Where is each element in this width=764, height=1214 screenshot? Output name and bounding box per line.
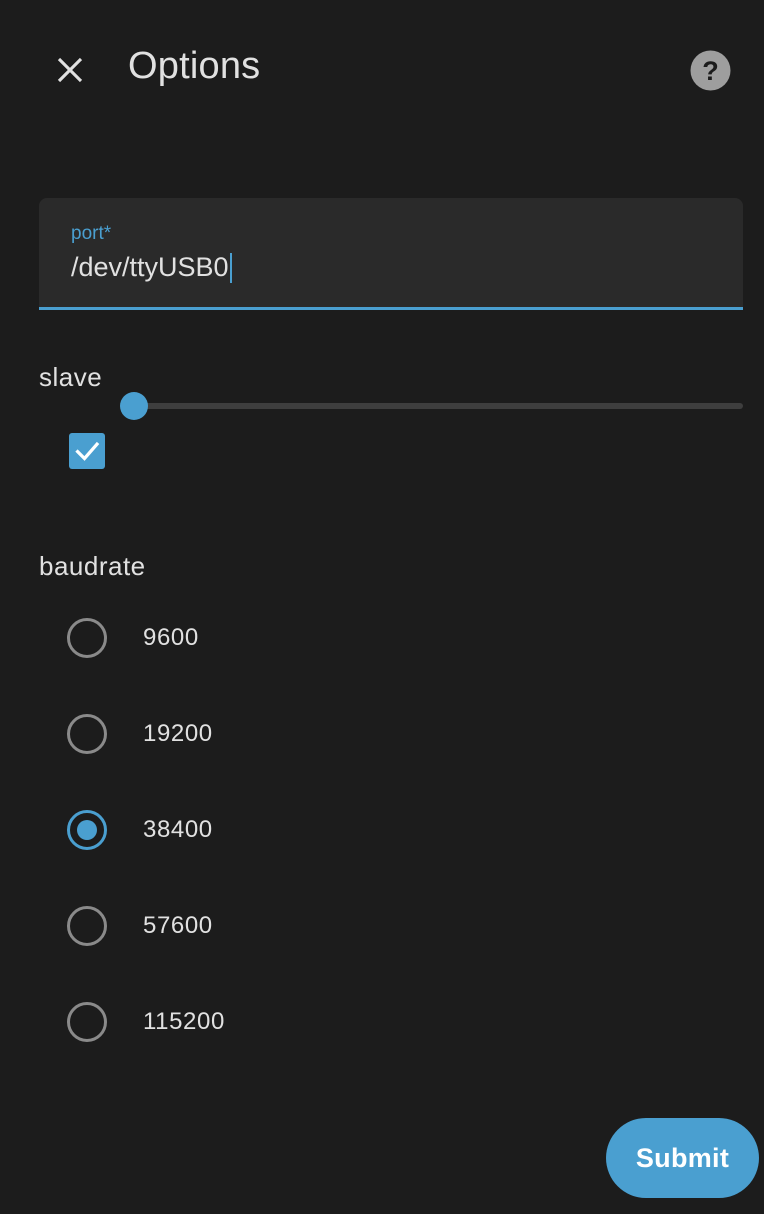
options-dialog: Options ? port* /dev/ttyUSB0 slave baudr… bbox=[0, 0, 764, 1214]
slave-slider[interactable] bbox=[120, 391, 743, 421]
port-input-value[interactable]: /dev/ttyUSB0 bbox=[71, 252, 229, 283]
baudrate-option-label: 115200 bbox=[143, 1008, 225, 1035]
baudrate-option[interactable]: 57600 bbox=[60, 898, 360, 954]
slave-checkbox[interactable] bbox=[69, 433, 105, 469]
svg-text:?: ? bbox=[702, 56, 719, 86]
submit-button[interactable]: Submit bbox=[606, 1118, 759, 1198]
close-button[interactable] bbox=[42, 42, 98, 98]
baudrate-option-label: 19200 bbox=[143, 720, 213, 747]
baudrate-option-label: 38400 bbox=[143, 816, 213, 843]
help-button[interactable]: ? bbox=[690, 50, 731, 91]
radio-unchecked-icon[interactable] bbox=[67, 618, 107, 658]
baudrate-option[interactable]: 19200 bbox=[60, 706, 360, 762]
dialog-title: Options bbox=[128, 45, 261, 87]
radio-unchecked-icon[interactable] bbox=[67, 714, 107, 754]
baudrate-option-label: 9600 bbox=[143, 624, 199, 651]
port-field-value-wrap[interactable]: /dev/ttyUSB0 bbox=[71, 252, 232, 283]
radio-unchecked-icon[interactable] bbox=[67, 1002, 107, 1042]
check-icon bbox=[75, 441, 100, 461]
port-field[interactable]: port* /dev/ttyUSB0 bbox=[39, 198, 743, 310]
port-field-label: port* bbox=[71, 223, 112, 244]
radio-unchecked-icon[interactable] bbox=[67, 906, 107, 946]
slider-track bbox=[134, 403, 743, 409]
baudrate-option[interactable]: 115200 bbox=[60, 994, 360, 1050]
baudrate-option-label: 57600 bbox=[143, 912, 213, 939]
radio-checked-icon[interactable] bbox=[67, 810, 107, 850]
slave-label: slave bbox=[39, 362, 103, 392]
help-circle-icon: ? bbox=[690, 50, 731, 91]
radio-dot bbox=[77, 820, 97, 840]
close-icon bbox=[57, 57, 83, 83]
text-caret bbox=[229, 252, 232, 283]
baudrate-option[interactable]: 9600 bbox=[60, 610, 360, 666]
baudrate-option[interactable]: 38400 bbox=[60, 802, 360, 858]
slider-thumb[interactable] bbox=[120, 392, 148, 420]
baudrate-label: baudrate bbox=[39, 551, 146, 581]
